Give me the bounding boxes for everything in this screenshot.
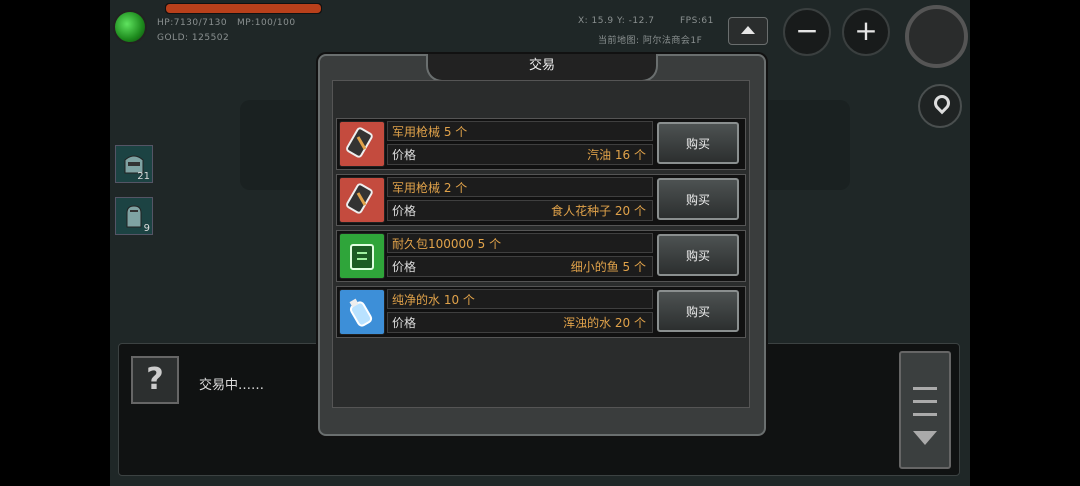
item-name: 耐久包100000 5 个 xyxy=(387,233,653,253)
trade-row: 纯净的水 10 个 价格 浑浊的水 20 个 购买 xyxy=(336,286,746,338)
item-price: 价格 细小的鱼 5 个 xyxy=(387,256,653,277)
item-price: 价格 浑浊的水 20 个 xyxy=(387,312,653,333)
item-name: 军用枪械 5 个 xyxy=(387,121,653,141)
price-label: 价格 xyxy=(392,148,417,162)
water-bottle-icon xyxy=(349,298,373,327)
gold-readout: GOLD: 125502 xyxy=(157,33,230,43)
item-price: 价格 食人花种子 20 个 xyxy=(387,200,653,221)
collapse-hud-button[interactable] xyxy=(728,17,768,45)
gauntlet-icon xyxy=(126,205,142,228)
map-pin-icon[interactable] xyxy=(918,84,962,128)
price-label: 价格 xyxy=(392,204,417,218)
price-label: 价格 xyxy=(392,260,417,274)
price-value: 细小的鱼 5 个 xyxy=(570,260,646,274)
location-readout: 当前地图: 阿尔法商会1F xyxy=(598,36,703,46)
trade-window: 交易 军用枪械 5 个 价格 汽油 16 个 购买 军用枪械 2 个 价格 食人… xyxy=(318,54,766,436)
action-joystick[interactable] xyxy=(905,5,968,68)
item-icon-frame xyxy=(339,233,385,279)
durability-pack-icon xyxy=(350,244,374,270)
hp-bar xyxy=(165,3,322,14)
price-label: 价格 xyxy=(392,316,417,330)
trade-row: 军用枪械 2 个 价格 食人花种子 20 个 购买 xyxy=(336,174,746,226)
player-status-orb[interactable] xyxy=(113,10,147,44)
item-icon-frame xyxy=(339,121,385,167)
quickslot-1[interactable]: 21 xyxy=(115,145,153,183)
price-value: 浑浊的水 20 个 xyxy=(563,316,646,330)
quickslot-2[interactable]: 9 xyxy=(115,197,153,235)
quickslot-count: 9 xyxy=(143,223,150,234)
item-icon-frame xyxy=(339,177,385,223)
zoom-in-button[interactable]: + xyxy=(842,8,890,56)
item-icon-frame xyxy=(339,289,385,335)
item-name: 纯净的水 10 个 xyxy=(387,289,653,309)
gun-parts-icon xyxy=(346,183,373,214)
mp-readout: MP:100/100 xyxy=(237,18,296,28)
arrow-down-icon xyxy=(913,431,937,445)
buy-button[interactable]: 购买 xyxy=(657,290,739,332)
buy-button[interactable]: 购买 xyxy=(657,234,739,276)
price-value: 汽油 16 个 xyxy=(587,148,646,162)
quickslot-count: 21 xyxy=(137,171,150,182)
zoom-out-button[interactable]: − xyxy=(783,8,831,56)
item-name: 军用枪械 2 个 xyxy=(387,177,653,197)
coords-readout: X: 15.9 Y: -12.7 xyxy=(578,16,655,26)
trade-row: 军用枪械 5 个 价格 汽油 16 个 购买 xyxy=(336,118,746,170)
dialog-text: 交易中…… xyxy=(199,378,265,393)
trade-row: 耐久包100000 5 个 价格 细小的鱼 5 个 购买 xyxy=(336,230,746,282)
price-value: 食人花种子 20 个 xyxy=(551,204,646,218)
dialog-expand-button[interactable] xyxy=(899,351,951,469)
hp-bar-fill xyxy=(166,4,321,13)
hp-readout: HP:7130/7130 xyxy=(157,18,228,28)
fps-readout: FPS:61 xyxy=(680,16,714,26)
buy-button[interactable]: 购买 xyxy=(657,178,739,220)
item-price: 价格 汽油 16 个 xyxy=(387,144,653,165)
npc-portrait-unknown: ? xyxy=(131,356,179,404)
buy-button[interactable]: 购买 xyxy=(657,122,739,164)
gun-parts-icon xyxy=(346,127,373,158)
trade-title: 交易 xyxy=(426,54,658,82)
